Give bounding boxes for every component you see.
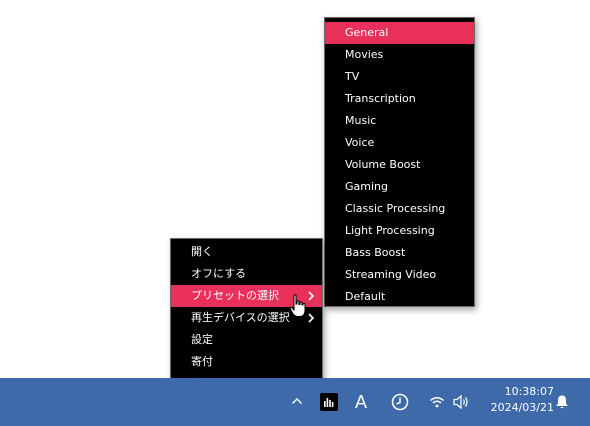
preset-item-tv[interactable]: TV <box>325 66 474 88</box>
equalizer-app-icon[interactable] <box>320 393 338 411</box>
preset-item-classic-processing[interactable]: Classic Processing <box>325 198 474 220</box>
clock-app-icon[interactable] <box>390 392 410 412</box>
preset-item-movies[interactable]: Movies <box>325 44 474 66</box>
menu-item-label: 設定 <box>191 333 213 346</box>
taskbar-clock[interactable]: 10:38:07 2024/03/21 <box>484 384 554 416</box>
chevron-up-icon[interactable] <box>291 396 303 406</box>
menu-item-label: プリセットの選択 <box>191 289 279 302</box>
notification-bell-icon[interactable] <box>555 394 569 410</box>
speaker-icon[interactable] <box>452 394 470 410</box>
menu-item-label: 開く <box>191 245 213 258</box>
menu-item-turn-off[interactable]: オフにする <box>171 263 322 285</box>
menu-item-label: 再生デバイスの選択 <box>191 311 290 324</box>
preset-item-gaming[interactable]: Gaming <box>325 176 474 198</box>
preset-item-voice[interactable]: Voice <box>325 132 474 154</box>
equalizer-bars-icon <box>324 398 334 407</box>
ime-mode-icon[interactable]: A <box>355 391 367 413</box>
preset-item-transcription[interactable]: Transcription <box>325 88 474 110</box>
chevron-right-icon <box>308 291 315 301</box>
preset-item-music[interactable]: Music <box>325 110 474 132</box>
hand-cursor-icon <box>289 294 306 317</box>
preset-item-light-processing[interactable]: Light Processing <box>325 220 474 242</box>
menu-item-label: 寄付 <box>191 355 213 368</box>
clock-date: 2024/03/21 <box>490 401 554 414</box>
menu-item-label: オフにする <box>191 267 247 280</box>
menu-item-open[interactable]: 開く <box>171 241 322 263</box>
clock-time: 10:38:07 <box>504 385 554 398</box>
preset-item-volume-boost[interactable]: Volume Boost <box>325 154 474 176</box>
preset-item-default[interactable]: Default <box>325 286 474 308</box>
menu-item-donate[interactable]: 寄付 <box>171 351 322 373</box>
wifi-icon[interactable] <box>429 395 445 409</box>
preset-item-streaming-video[interactable]: Streaming Video <box>325 264 474 286</box>
chevron-right-icon <box>308 313 315 323</box>
preset-item-bass-boost[interactable]: Bass Boost <box>325 242 474 264</box>
preset-item-general[interactable]: General <box>325 22 474 44</box>
preset-submenu: General Movies TV Transcription Music Vo… <box>324 17 475 307</box>
menu-item-settings[interactable]: 設定 <box>171 329 322 351</box>
